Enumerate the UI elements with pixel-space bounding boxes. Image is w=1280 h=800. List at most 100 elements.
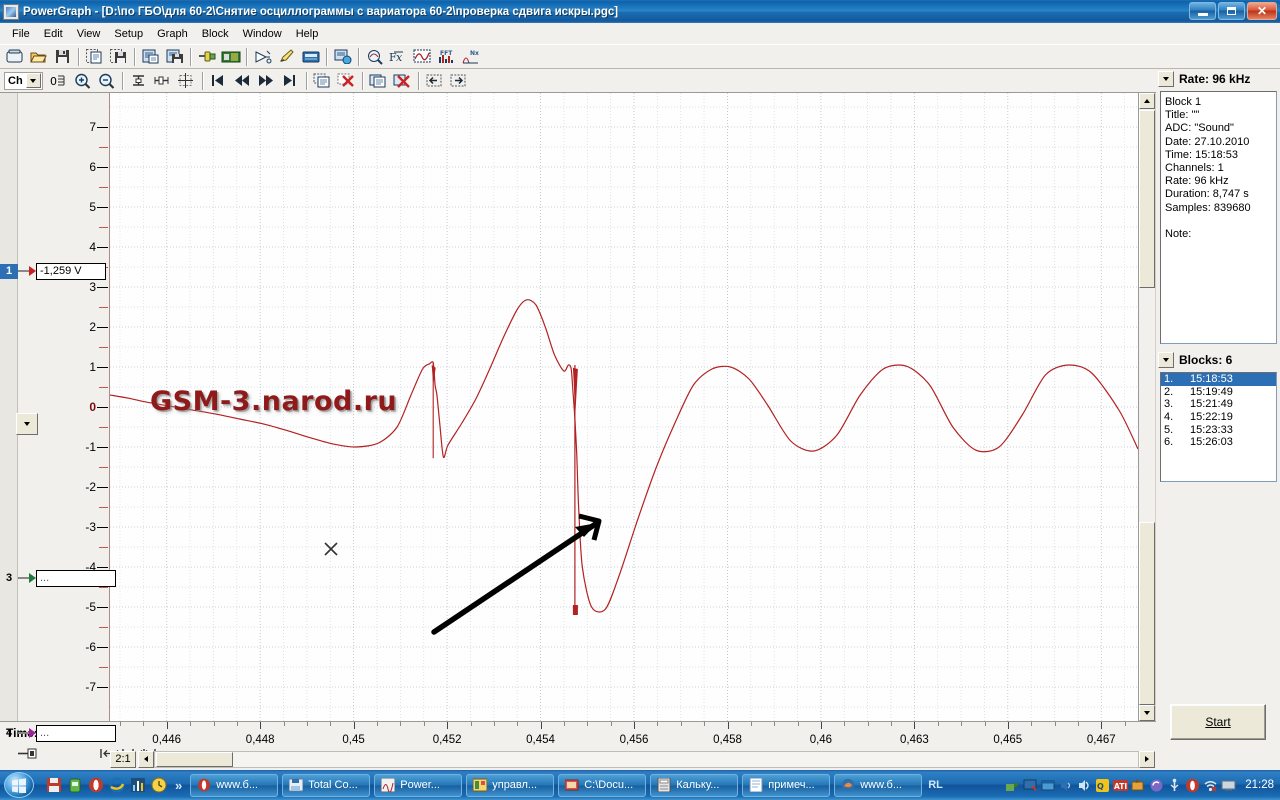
copy-block-icon[interactable] xyxy=(367,70,390,92)
adc-board-icon[interactable] xyxy=(219,46,242,68)
update-icon[interactable] xyxy=(1131,778,1146,793)
opera-icon[interactable] xyxy=(88,777,104,793)
qip-icon[interactable]: Q xyxy=(1095,778,1110,793)
plot-curve-icon[interactable] xyxy=(411,46,434,68)
calculator-icon[interactable] xyxy=(299,46,322,68)
waveform-plot[interactable]: GSM-3.narod.ru Вот здесь точка отсчета xyxy=(110,93,1138,721)
signal-generator-icon[interactable] xyxy=(251,46,274,68)
window-titlebar[interactable]: PowerGraph - [D:\по ГБО\для 60-2\Снятие … xyxy=(0,0,1280,23)
save-disk-icon[interactable] xyxy=(51,46,74,68)
list-item[interactable]: 2. 15:19:49 xyxy=(1161,386,1276,399)
blocks-dropdown-button[interactable] xyxy=(1158,352,1174,368)
taskbar-item-firefox[interactable]: www.б... xyxy=(834,773,923,797)
next-block-icon[interactable] xyxy=(255,70,278,92)
clock-icon[interactable] xyxy=(151,777,167,793)
close-button[interactable]: ✕ xyxy=(1247,2,1277,20)
channel-value-4[interactable]: ... xyxy=(36,724,116,742)
wifi-icon[interactable] xyxy=(1203,778,1218,793)
scroll-thumb-upper[interactable] xyxy=(1139,110,1155,288)
menu-item-edit[interactable]: Edit xyxy=(37,25,70,43)
atp-icon[interactable]: ATI xyxy=(1113,778,1129,793)
list-item[interactable]: 1. 15:18:53 xyxy=(1161,373,1276,386)
calibrate-pen-icon[interactable] xyxy=(275,46,298,68)
scroll-left-button[interactable] xyxy=(138,750,154,768)
media-icon[interactable] xyxy=(67,777,83,793)
opera-record-icon[interactable] xyxy=(1185,778,1200,793)
fit-frame-icon[interactable] xyxy=(175,70,198,92)
delete-block-icon[interactable] xyxy=(335,70,358,92)
chart-icon[interactable] xyxy=(130,777,146,793)
scroll-right-button[interactable] xyxy=(1139,750,1155,768)
channel-row-1[interactable]: 1 -1,259 V xyxy=(0,262,106,280)
copy-page-icon[interactable] xyxy=(83,46,106,68)
channel-select-dropdown[interactable] xyxy=(25,73,41,88)
insert-left-icon[interactable] xyxy=(423,70,446,92)
channel-marker-icon[interactable] xyxy=(29,573,36,583)
remove-block-icon[interactable] xyxy=(391,70,414,92)
first-block-icon[interactable] xyxy=(207,70,230,92)
hscroll-thumb[interactable] xyxy=(156,751,233,767)
align-marker-icon[interactable] xyxy=(151,70,174,92)
data-process-icon[interactable] xyxy=(331,46,354,68)
taskbar-item-opera[interactable]: www.б... xyxy=(190,773,279,797)
list-item[interactable]: 3. 15:21:49 xyxy=(1161,398,1276,411)
internet-explorer-icon[interactable] xyxy=(109,777,125,793)
screen-icon[interactable] xyxy=(1221,778,1236,793)
fft-spectrum-icon[interactable]: FFT xyxy=(435,46,458,68)
pin-marker-icon[interactable] xyxy=(18,747,40,763)
channel-row-3[interactable]: 3 ... xyxy=(0,569,116,587)
expand-quicklaunch-icon[interactable]: » xyxy=(175,778,182,793)
menu-item-view[interactable]: View xyxy=(70,25,108,43)
scroll-track[interactable] xyxy=(1139,288,1155,522)
histogram-nx-icon[interactable]: Nx xyxy=(459,46,482,68)
menu-item-block[interactable]: Block xyxy=(195,25,236,43)
rate-dropdown-button[interactable] xyxy=(1158,71,1174,87)
align-center-icon[interactable] xyxy=(127,70,150,92)
scale-dropdown-button[interactable] xyxy=(16,413,38,435)
volume-icon[interactable] xyxy=(1077,778,1092,793)
start-button[interactable]: Start xyxy=(1170,704,1266,740)
windows-start-orb[interactable] xyxy=(4,772,34,798)
list-item[interactable]: 5. 15:23:33 xyxy=(1161,423,1276,436)
vertical-scrollbar[interactable] xyxy=(1138,93,1155,721)
channel-marker-icon[interactable] xyxy=(29,266,36,276)
list-item[interactable]: 6. 15:26:03 xyxy=(1161,436,1276,449)
monitor-icon[interactable] xyxy=(1023,778,1038,793)
zoom-out-icon[interactable] xyxy=(95,70,118,92)
zoom-in-icon[interactable] xyxy=(71,70,94,92)
device-plug-icon[interactable] xyxy=(195,46,218,68)
new-file-icon[interactable] xyxy=(3,46,26,68)
sync-icon[interactable] xyxy=(1149,778,1164,793)
horizontal-scrollbar[interactable] xyxy=(154,750,1139,768)
channel-marker-icon[interactable] xyxy=(29,728,36,738)
menu-item-graph[interactable]: Graph xyxy=(150,25,195,43)
menu-item-setup[interactable]: Setup xyxy=(107,25,150,43)
taskbar-item-powergraph[interactable]: Power... xyxy=(374,773,463,797)
menu-item-file[interactable]: File xyxy=(5,25,37,43)
network-icon[interactable] xyxy=(1005,778,1020,793)
taskbar-item-notepad[interactable]: примеч... xyxy=(742,773,831,797)
channel-value-1[interactable]: -1,259 V xyxy=(36,262,106,280)
zoom-ratio-label[interactable]: 2:1 xyxy=(110,750,136,768)
formula-fx-icon[interactable]: Fx xyxy=(387,46,410,68)
import-disk-icon[interactable] xyxy=(163,46,186,68)
window-icon[interactable] xyxy=(1041,778,1056,793)
maximize-button[interactable] xyxy=(1218,2,1245,20)
list-item[interactable]: 4. 15:22:19 xyxy=(1161,411,1276,424)
last-block-icon[interactable] xyxy=(279,70,302,92)
minimize-button[interactable] xyxy=(1189,2,1216,20)
menu-item-help[interactable]: Help xyxy=(289,25,326,43)
save-icon[interactable] xyxy=(46,777,62,793)
language-indicator[interactable]: RL xyxy=(928,779,943,791)
zoom-analyze-icon[interactable] xyxy=(363,46,386,68)
scroll-down-button[interactable] xyxy=(1139,705,1155,721)
usb-icon[interactable] xyxy=(1167,778,1182,793)
volume-mute-icon[interactable] xyxy=(1059,778,1074,793)
taskbar-item-control-panel[interactable]: управл... xyxy=(466,773,555,797)
taskbar-item-folder[interactable]: C:\Docu... xyxy=(558,773,647,797)
insert-right-icon[interactable] xyxy=(447,70,470,92)
scroll-up-button[interactable] xyxy=(1139,93,1155,109)
channel-select[interactable]: Ch xyxy=(4,71,43,90)
taskbar-item-calculator[interactable]: Кальку... xyxy=(650,773,739,797)
export-page-icon[interactable] xyxy=(139,46,162,68)
